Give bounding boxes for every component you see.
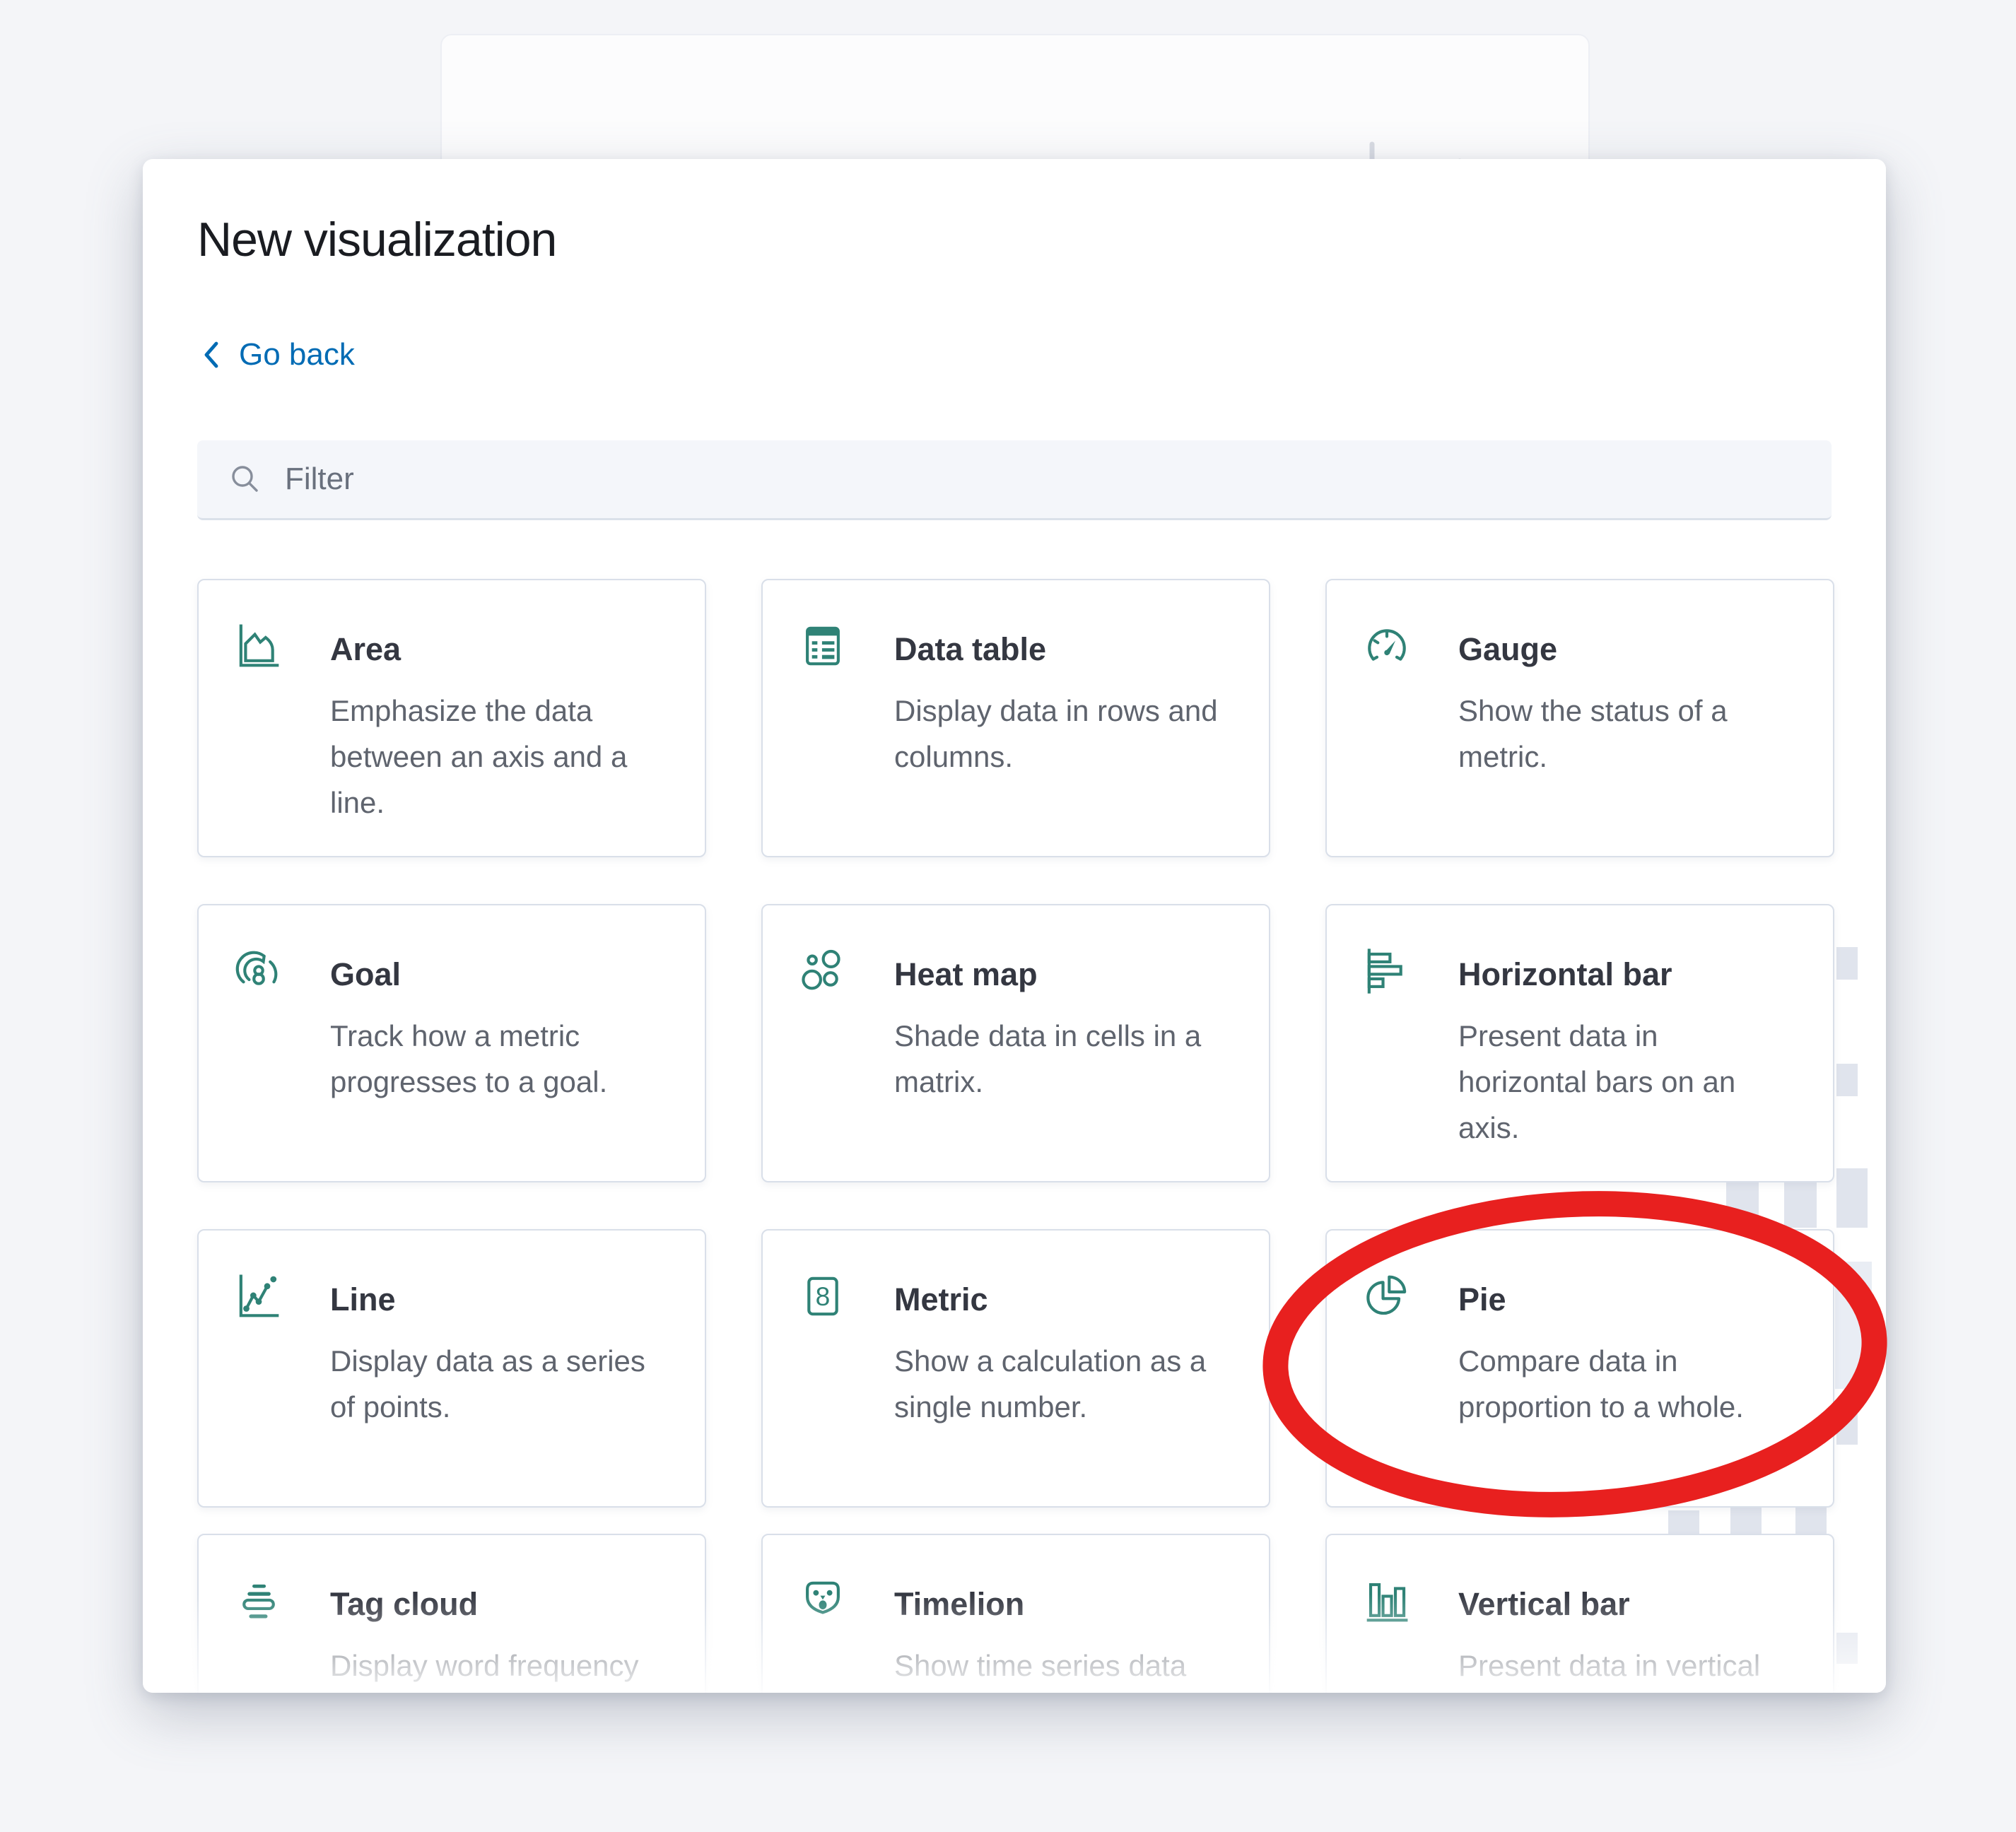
filter-search-box: [197, 440, 1832, 520]
card-title: Pie: [1458, 1281, 1506, 1318]
pie-chart-icon: [1362, 1272, 1412, 1321]
card-title: Area: [330, 631, 401, 668]
timelion-icon: [798, 1576, 848, 1626]
gauge-icon: [1362, 621, 1412, 671]
area-chart-icon: [234, 621, 283, 671]
tag-cloud-icon: [234, 1576, 283, 1626]
modal-title: New visualization: [197, 212, 556, 267]
card-title: Gauge: [1458, 631, 1557, 668]
card-title: Horizontal bar: [1458, 956, 1672, 993]
card-description: Present data in horizontal bars on an ax…: [1458, 1013, 1812, 1151]
card-title: Goal: [330, 956, 401, 993]
vis-card-gauge[interactable]: Gauge Show the status of a metric.: [1325, 579, 1834, 857]
vis-card-pie[interactable]: Pie Compare data in proportion to a whol…: [1325, 1229, 1834, 1508]
card-title: Data table: [894, 631, 1046, 668]
card-title: Vertical bar: [1458, 1586, 1630, 1623]
card-title: Metric: [894, 1281, 988, 1318]
card-description: Show time series data on a graph.: [894, 1643, 1248, 1693]
watermark-block: [1836, 947, 1858, 980]
search-icon: [227, 461, 264, 498]
watermark-block: [1836, 1064, 1858, 1096]
vis-card-tag-cloud[interactable]: Tag cloud Display word frequency with fo…: [197, 1534, 706, 1693]
vertical-bar-icon: [1362, 1576, 1412, 1626]
horizontal-bar-icon: [1362, 946, 1412, 996]
vis-card-horizontal-bar[interactable]: Horizontal bar Present data in horizonta…: [1325, 904, 1834, 1182]
vis-card-heat-map[interactable]: Heat map Shade data in cells in a matrix…: [761, 904, 1270, 1182]
watermark-block: [1836, 1633, 1858, 1664]
card-description: Show the status of a metric.: [1458, 688, 1812, 780]
card-title: Timelion: [894, 1586, 1024, 1623]
vis-card-line[interactable]: Line Display data as a series of points.: [197, 1229, 706, 1508]
vis-card-vertical-bar[interactable]: Vertical bar Present data in vertical ba…: [1325, 1534, 1834, 1693]
go-back-label: Go back: [239, 337, 355, 372]
card-description: Shade data in cells in a matrix.: [894, 1013, 1248, 1105]
goal-icon: [234, 946, 283, 996]
card-title: Line: [330, 1281, 396, 1318]
line-chart-icon: [234, 1272, 283, 1321]
watermark-block: [1836, 1414, 1858, 1445]
svg-text:8: 8: [816, 1281, 831, 1311]
card-description: Track how a metric progresses to a goal.: [330, 1013, 684, 1105]
card-title: Tag cloud: [330, 1586, 478, 1623]
vis-card-timelion[interactable]: Timelion Show time series data on a grap…: [761, 1534, 1270, 1693]
watermark-block: [1836, 1168, 1868, 1228]
page-background: New visualization Go back: [0, 0, 2016, 1832]
card-description: Show a calculation as a single number.: [894, 1338, 1248, 1430]
vis-card-area[interactable]: Area Emphasize the data between an axis …: [197, 579, 706, 857]
watermark-block: [1835, 1262, 1872, 1389]
chevron-left-icon: [199, 339, 223, 370]
heat-map-icon: [798, 946, 848, 996]
metric-icon: 8: [798, 1272, 848, 1321]
card-description: Display data as a series of points.: [330, 1338, 684, 1430]
vis-card-goal[interactable]: Goal Track how a metric progresses to a …: [197, 904, 706, 1182]
card-title: Heat map: [894, 956, 1038, 993]
card-description: Compare data in proportion to a whole.: [1458, 1338, 1812, 1430]
card-description: Display word frequency with font size.: [330, 1643, 684, 1693]
card-description: Display data in rows and columns.: [894, 688, 1248, 780]
new-visualization-modal: New visualization Go back: [143, 159, 1886, 1693]
vis-card-data-table[interactable]: Data table Display data in rows and colu…: [761, 579, 1270, 857]
card-description: Emphasize the data between an axis and a…: [330, 688, 684, 826]
go-back-link[interactable]: Go back: [199, 337, 355, 372]
vis-card-metric[interactable]: 8 Metric Show a calculation as a single …: [761, 1229, 1270, 1508]
card-description: Present data in vertical bars on an axis…: [1458, 1643, 1812, 1693]
filter-input[interactable]: [264, 440, 1832, 518]
visualization-grid: Area Emphasize the data between an axis …: [197, 579, 1832, 1693]
data-table-icon: [798, 621, 848, 671]
